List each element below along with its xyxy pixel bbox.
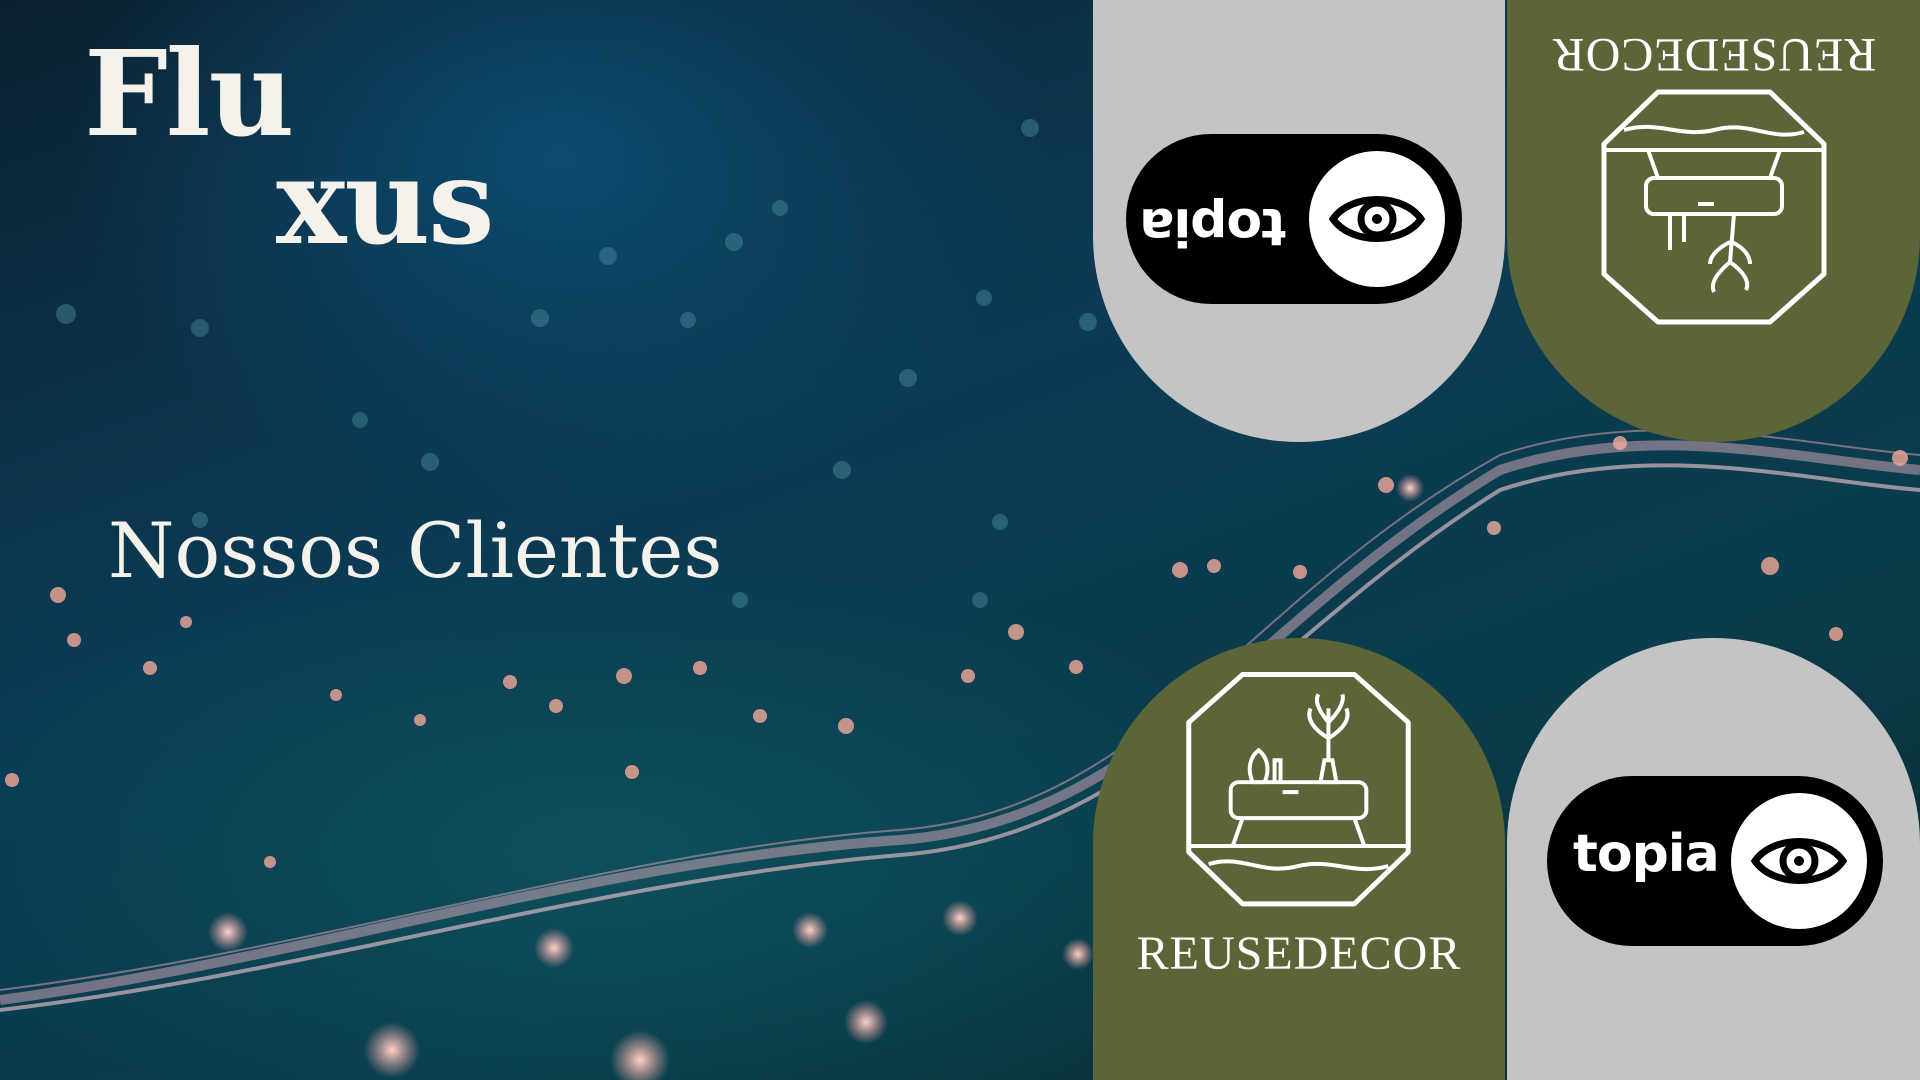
topia-wordmark: topia	[1573, 824, 1720, 884]
reusedecor-emblem-icon	[1186, 671, 1411, 907]
client-tile-topia-bottom: topia	[1507, 638, 1920, 1080]
brand-line-2: xus	[276, 132, 495, 271]
reusedecor-wordmark: REUSEDECOR	[1551, 28, 1877, 81]
section-title: Nossos Clientes	[108, 506, 723, 595]
topia-logo: topia	[1126, 134, 1462, 304]
eye-icon-container	[1731, 793, 1867, 929]
eye-icon-container	[1309, 151, 1445, 287]
brand-logo: Flu xus	[84, 35, 495, 271]
topia-wordmark: topia	[1140, 196, 1286, 256]
eye-icon	[1328, 196, 1426, 242]
reusedecor-logo: REUSEDECOR	[1093, 638, 1505, 1080]
reusedecor-wordmark: REUSEDECOR	[1136, 927, 1462, 980]
topia-logo: topia	[1547, 776, 1883, 946]
eye-icon	[1750, 838, 1848, 884]
reusedecor-logo: REUSEDECOR	[1507, 0, 1920, 442]
client-tile-reusedecor-bottom: REUSEDECOR	[1093, 638, 1505, 1080]
client-tile-reusedecor-top: REUSEDECOR	[1507, 0, 1920, 442]
client-tile-topia-top: topia	[1093, 0, 1505, 442]
